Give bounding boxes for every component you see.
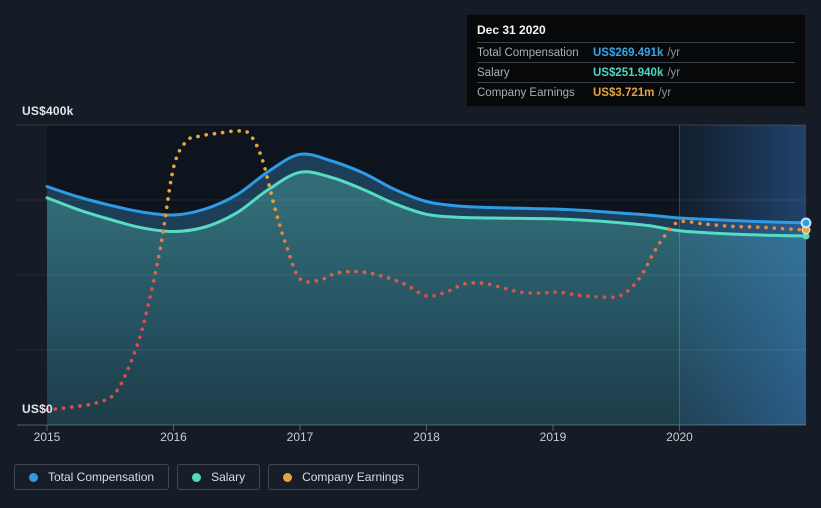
tooltip-label: Company Earnings	[477, 86, 575, 99]
legend-label: Company Earnings	[302, 470, 405, 484]
salary-dot-icon	[192, 472, 202, 482]
legend-label: Total Compensation	[48, 470, 155, 484]
tooltip-label: Salary	[477, 66, 510, 79]
legend-item-company-earnings[interactable]: Company Earnings	[268, 464, 420, 490]
x-tick-label: 2016	[160, 430, 187, 444]
tooltip-date: Dec 31 2020	[477, 23, 546, 37]
legend-item-total-compensation[interactable]: Total Compensation	[14, 464, 170, 490]
tooltip-value: US$251.940k	[593, 66, 664, 79]
tooltip-unit: /yr	[667, 46, 681, 59]
tooltip-value: US$3.721m	[593, 86, 655, 99]
total-compensation-dot-icon	[29, 472, 38, 482]
legend-label: Salary	[211, 470, 246, 484]
tooltip-unit: /yr	[667, 66, 681, 79]
tooltip-value: US$269.491k	[593, 46, 664, 59]
tooltip-row-total-compensation: Total Compensation US$269.491k /yr	[477, 42, 795, 62]
x-tick-label: 2015	[33, 430, 61, 444]
tooltip-row-company-earnings: Company Earnings US$3.721m /yr	[477, 82, 795, 102]
x-tick-label: 2019	[539, 430, 567, 444]
x-tick-label: 2018	[413, 430, 440, 444]
hover-tooltip: Dec 31 2020 Total Compensation US$269.49…	[466, 14, 806, 107]
y-axis-label-max: US$400k	[22, 104, 74, 118]
legend-item-salary[interactable]: Salary	[177, 464, 261, 490]
tooltip-label: Total Compensation	[477, 46, 579, 59]
x-tick-label: 2020	[666, 430, 693, 444]
tooltip-unit: /yr	[658, 86, 672, 99]
y-axis-label-min: US$0	[22, 402, 53, 416]
x-tick-label: 2017	[286, 430, 314, 444]
company-earnings-dot-icon	[283, 472, 293, 482]
tooltip-row-salary: Salary US$251.940k /yr	[477, 62, 795, 82]
chart-legend: Total Compensation Salary Company Earnin…	[14, 464, 420, 490]
